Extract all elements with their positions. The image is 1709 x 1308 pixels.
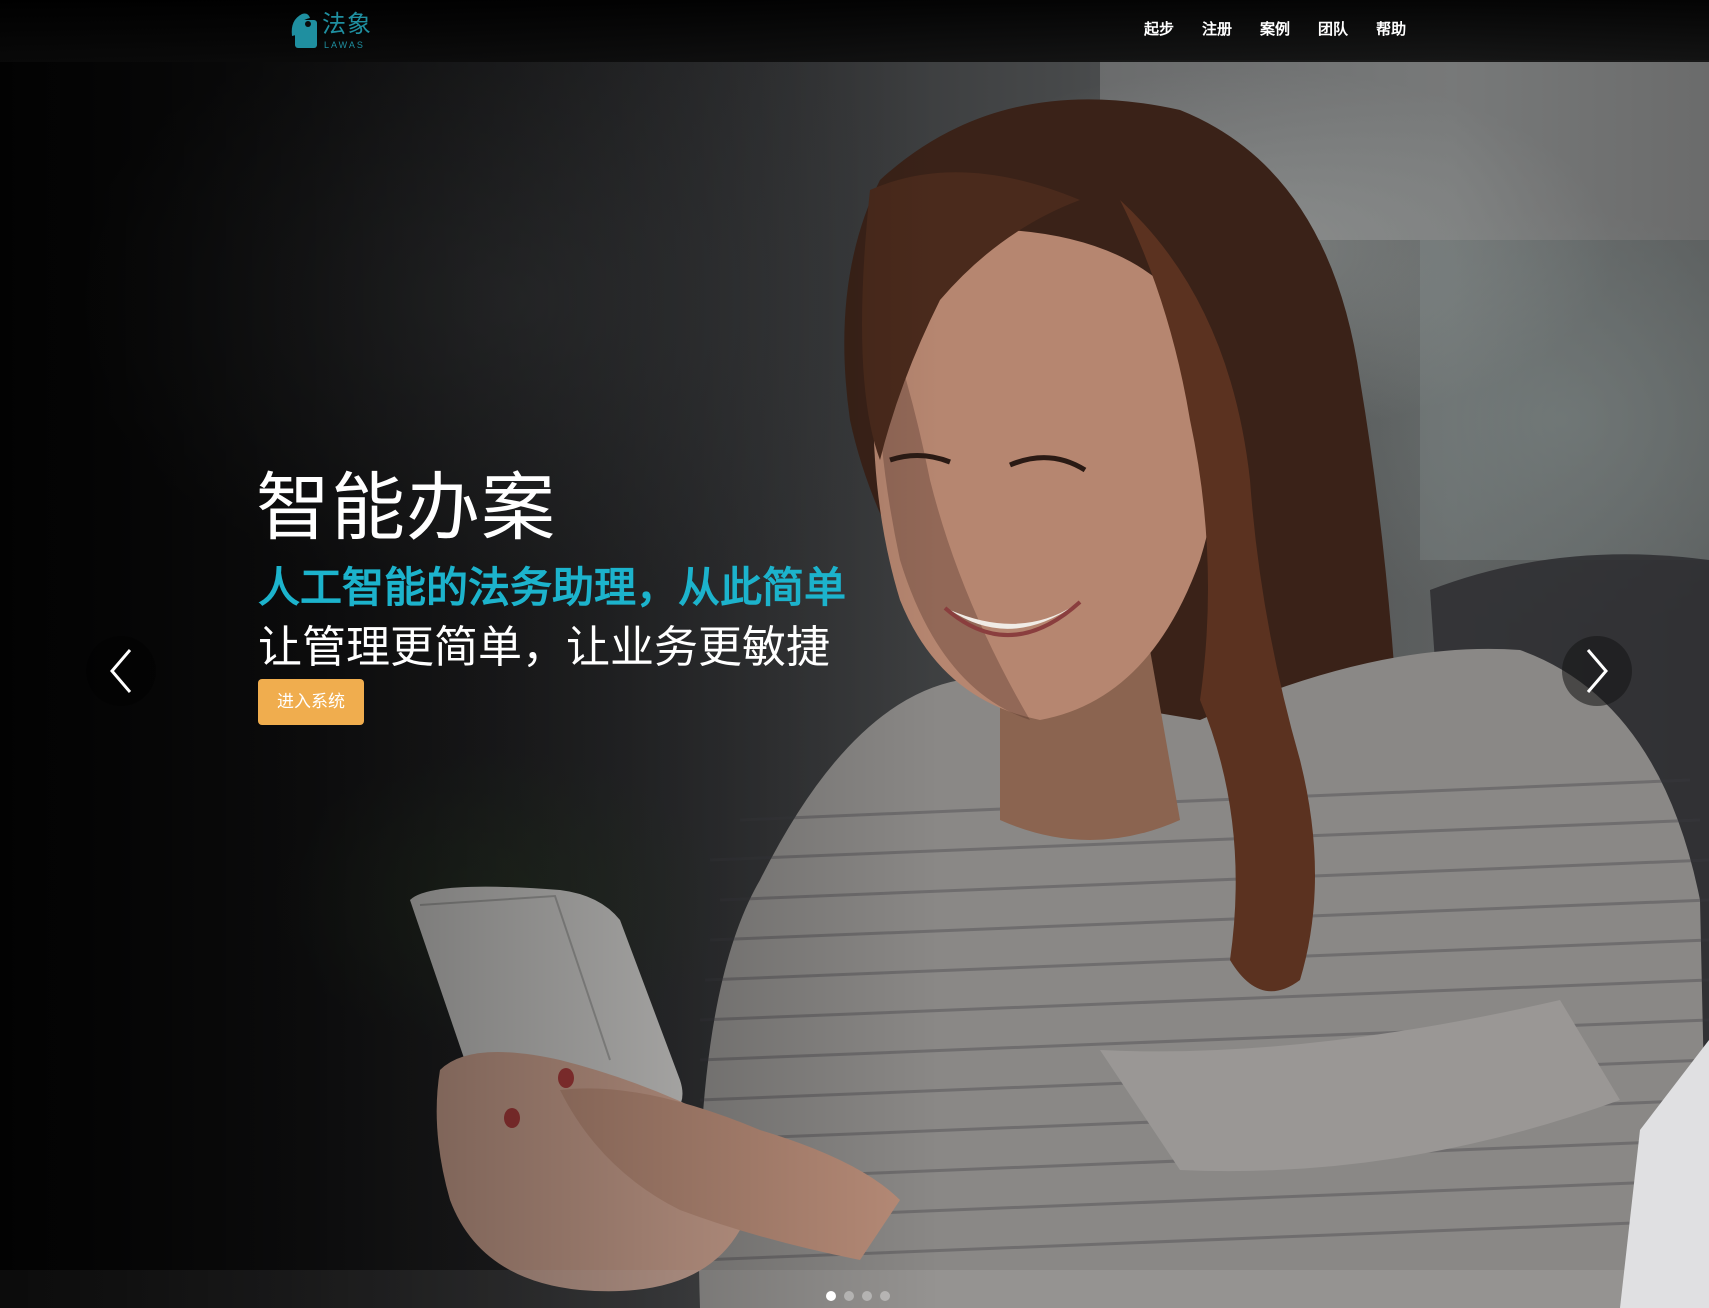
carousel-prev-button[interactable] [86,636,156,706]
chevron-left-icon [110,649,132,693]
carousel-indicator-1[interactable] [826,1291,836,1301]
brand-logo[interactable]: 法象 LAWAS [288,10,378,50]
chevron-right-icon [1586,649,1608,693]
hero-title: 智能办案 [256,465,556,551]
nav-item-getting-started[interactable]: 起步 [1130,0,1188,58]
carousel-indicators [826,1291,890,1301]
nav-item-help[interactable]: 帮助 [1362,0,1420,58]
hero-dark-overlay [0,0,1709,1308]
nav-item-cases[interactable]: 案例 [1246,0,1304,58]
main-nav: 起步 注册 案例 团队 帮助 [1130,0,1420,58]
carousel-indicator-2[interactable] [844,1291,854,1301]
logo-name-en: LAWAS [324,40,365,50]
nav-item-team[interactable]: 团队 [1304,0,1362,58]
logo-name-cn: 法象 [322,10,372,38]
carousel-next-button[interactable] [1562,636,1632,706]
hero-subtitle: 人工智能的法务助理，从此简单 [258,563,847,612]
top-navbar: 法象 LAWAS 起步 注册 案例 团队 帮助 [0,0,1709,62]
hero-tagline: 让管理更简单，让业务更敏捷 [258,622,830,673]
carousel-indicator-3[interactable] [862,1291,872,1301]
carousel-indicator-4[interactable] [880,1291,890,1301]
nav-item-register[interactable]: 注册 [1188,0,1246,58]
logo-mark-icon [291,13,317,48]
enter-system-button[interactable]: 进入系统 [258,679,364,725]
landing-page: 法象 LAWAS 起步 注册 案例 团队 帮助 智能办案 人工智能的法务助理，从… [0,0,1709,1308]
